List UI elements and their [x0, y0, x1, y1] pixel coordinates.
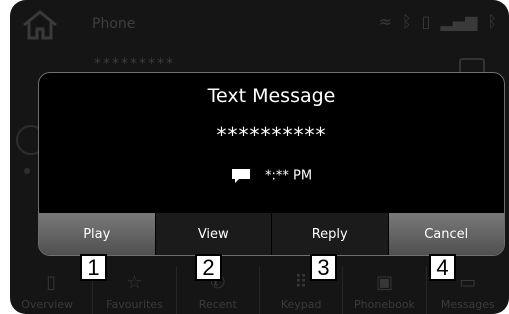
text-message-popup: Text Message ********** *:** PM Play Vie…	[38, 72, 505, 256]
star-icon: ☆	[126, 272, 143, 293]
background-number: *********	[94, 56, 175, 72]
lock-icon: ▯	[421, 12, 431, 31]
popup-buttons: Play View Reply Cancel	[39, 213, 504, 255]
play-button[interactable]: Play	[39, 213, 156, 255]
bluetooth-icon: ᛒ	[402, 12, 412, 31]
cancel-button[interactable]: Cancel	[388, 213, 504, 255]
signal-icon: ▂▄▆	[440, 12, 478, 31]
speech-bubble-icon	[231, 169, 250, 183]
wifi-icon: ≈	[378, 12, 393, 31]
screen-title: Phone	[92, 16, 136, 32]
screenshot: Phone ≈ ᛒ ▯ ▂▄▆ ᛒ ********* ▯ Overview ☆…	[0, 0, 509, 314]
view-button[interactable]: View	[155, 213, 272, 255]
home-button[interactable]	[18, 8, 62, 42]
status-icons: ≈ ᛒ ▯ ▂▄▆ ᛒ	[379, 12, 497, 31]
home-icon	[23, 10, 57, 40]
message-icon: ▭	[459, 272, 477, 293]
popup-title: Text Message	[207, 85, 336, 107]
callout-1: 1	[80, 254, 107, 281]
keypad-icon: ⠿	[294, 272, 308, 293]
message-time: *:** PM	[265, 168, 313, 184]
message-time-row: *:** PM	[39, 168, 504, 184]
phone-header: Phone ≈ ᛒ ▯ ▂▄▆ ᛒ	[10, 0, 509, 48]
callout-4: 4	[429, 254, 456, 281]
left-dot-icon	[24, 168, 30, 174]
phone-outline-icon: ▯	[46, 272, 57, 293]
sender-number: **********	[216, 123, 327, 147]
callout-3: 3	[310, 254, 337, 281]
callout-2: 2	[195, 254, 222, 281]
bluetooth-settings-icon: ᛒ	[487, 12, 497, 31]
phonebook-icon: ▣	[375, 272, 393, 293]
reply-button[interactable]: Reply	[272, 213, 389, 255]
tab-phonebook[interactable]: ▣ Phonebook	[343, 266, 427, 314]
